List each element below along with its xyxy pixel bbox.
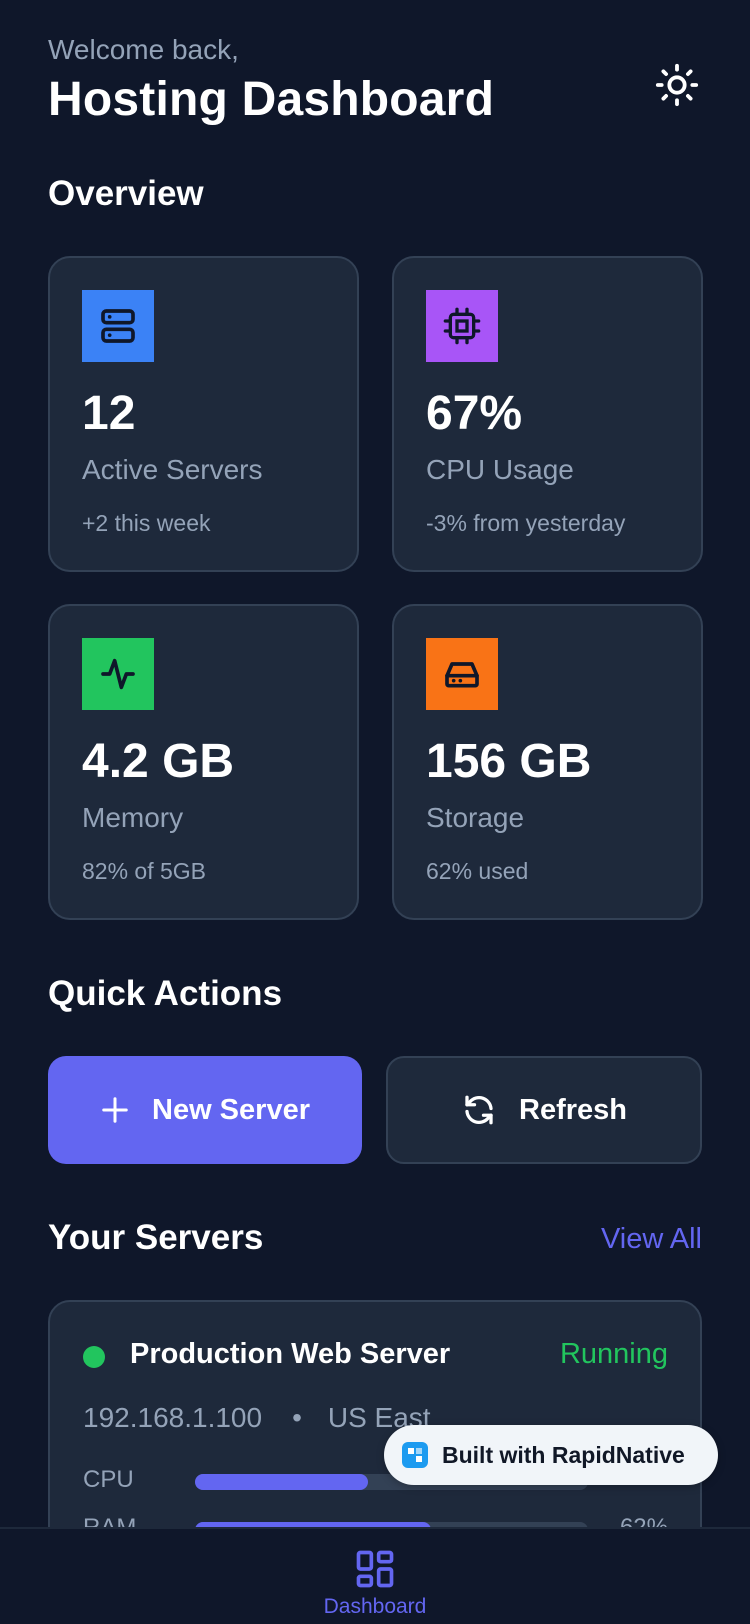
dashboard-screen: Welcome back, Hosting Dashboard Overview…: [0, 0, 750, 1624]
activity-icon: [101, 658, 135, 690]
dashboard-grid-icon: [356, 1550, 394, 1588]
cpu-icon: [443, 307, 481, 345]
stat-value: 12: [82, 387, 136, 440]
plus-icon: [102, 1097, 128, 1123]
status-dot: [83, 1346, 105, 1368]
meta-separator: •: [292, 1402, 302, 1433]
refresh-icon: [465, 1095, 493, 1125]
status-badge: Running: [559, 1338, 668, 1370]
stat-label: Memory: [82, 802, 184, 833]
new-server-label: New Server: [152, 1093, 310, 1126]
header: Welcome back, Hosting Dashboard: [48, 34, 702, 127]
tab-dashboard-label: Dashboard: [323, 1595, 427, 1618]
servers-title: Your Servers: [48, 1218, 264, 1257]
stat-label: Storage: [426, 802, 525, 833]
stat-subtext: -3% from yesterday: [426, 510, 626, 536]
stat-card-cpu[interactable]: 67% CPU Usage -3% from yesterday: [392, 256, 703, 572]
stat-label: CPU Usage: [426, 454, 574, 485]
hard-drive-icon-box: [426, 638, 498, 710]
stat-card-storage[interactable]: 156 GB Storage 62% used: [392, 604, 703, 920]
logo-glyph: [408, 1448, 422, 1462]
stat-subtext: 82% of 5GB: [82, 858, 207, 884]
new-server-button[interactable]: New Server: [48, 1056, 362, 1164]
built-with-badge[interactable]: Built with RapidNative: [384, 1425, 718, 1485]
server-icon-box: [82, 290, 154, 362]
tab-dashboard[interactable]: Dashboard: [0, 1529, 750, 1624]
theme-toggle-button[interactable]: [652, 60, 702, 110]
server-ip: 192.168.1.100: [83, 1402, 263, 1433]
rapidnative-logo-icon: [402, 1442, 428, 1468]
overview-title: Overview: [48, 174, 204, 213]
welcome-text: Welcome back,: [48, 34, 239, 65]
cpu-icon-box: [426, 290, 498, 362]
bottom-tab-bar: Dashboard: [0, 1527, 750, 1624]
refresh-button[interactable]: Refresh: [386, 1056, 702, 1164]
page-title: Hosting Dashboard: [48, 73, 495, 126]
stat-subtext: +2 this week: [82, 510, 211, 536]
activity-icon-box: [82, 638, 154, 710]
stat-value: 156 GB: [426, 735, 592, 788]
view-all-link[interactable]: View All: [601, 1223, 702, 1256]
cpu-progress-fill: [195, 1474, 368, 1490]
hard-drive-icon: [445, 662, 479, 688]
sun-icon: [655, 63, 699, 107]
stat-subtext: 62% used: [426, 858, 529, 884]
cpu-metric-label: CPU: [83, 1466, 134, 1493]
stat-value: 67%: [426, 387, 523, 440]
stat-value: 4.2 GB: [82, 735, 235, 788]
badge-text: Built with RapidNative: [442, 1441, 685, 1468]
server-icon: [101, 309, 135, 343]
quick-actions-title: Quick Actions: [48, 974, 283, 1013]
stat-card-memory[interactable]: 4.2 GB Memory 82% of 5GB: [48, 604, 359, 920]
server-meta: 192.168.1.100 • US East: [83, 1402, 431, 1434]
refresh-label: Refresh: [519, 1093, 627, 1126]
stat-label: Active Servers: [82, 454, 263, 485]
server-name: Production Web Server: [130, 1338, 451, 1370]
stat-card-servers[interactable]: 12 Active Servers +2 this week: [48, 256, 359, 572]
